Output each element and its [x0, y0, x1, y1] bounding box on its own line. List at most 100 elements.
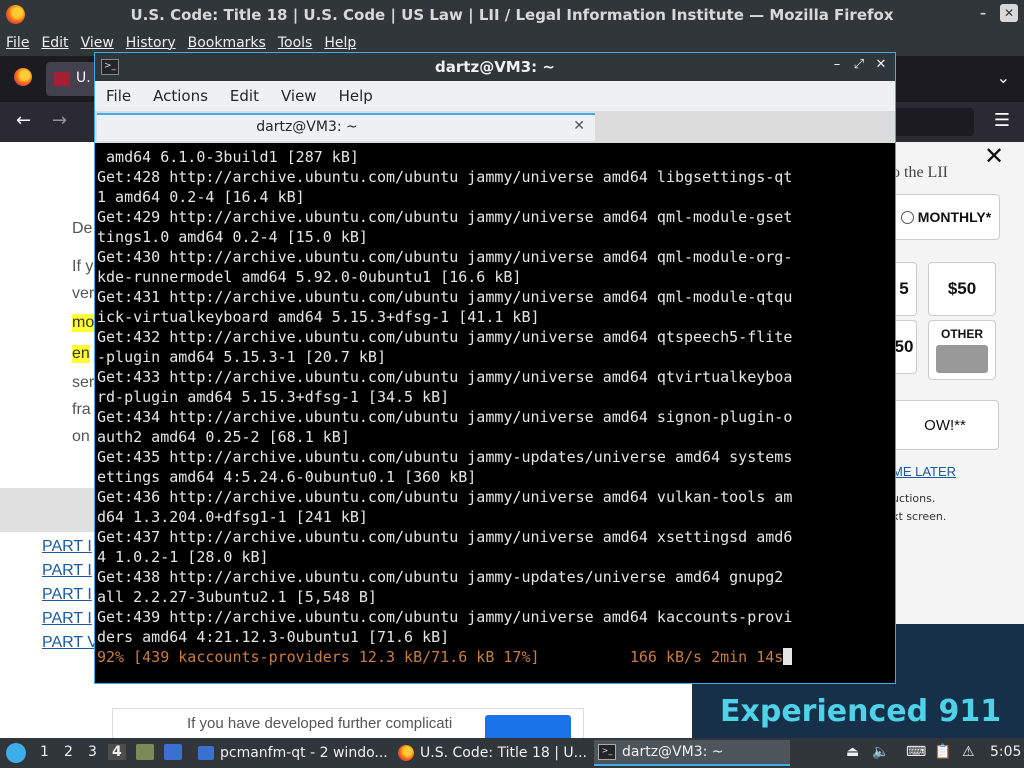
terminal-line: 4 1.0.2-1 [28.0 kB] — [97, 548, 269, 566]
terminal-window-controls: – ⤢ ✕ — [829, 57, 889, 72]
terminal-line: amd64 6.1.0-3build1 [287 kB] — [106, 148, 359, 166]
menu-view[interactable]: View — [270, 87, 328, 105]
workspace-2[interactable]: 2 — [64, 744, 73, 760]
terminal-menubar: File Actions Edit View Help — [95, 81, 895, 111]
close-icon[interactable]: ✕ — [1000, 4, 1018, 22]
monthly-option[interactable]: MONTHLY* — [892, 194, 1000, 240]
donate-note: uctions. — [892, 492, 936, 505]
terminal-tab-label: dartz@VM3: ~ — [256, 119, 358, 135]
terminal-line: Get:431 http://archive.ubuntu.com/ubuntu… — [97, 288, 793, 306]
workspace-3[interactable]: 3 — [88, 744, 97, 760]
remind-later-link[interactable]: ME LATER — [892, 464, 956, 479]
content-fragment: De — [72, 220, 93, 237]
terminal-line: Get:428 http://archive.ubuntu.com/ubuntu… — [97, 168, 793, 186]
terminal-line: 1 amd64 0.2-4 [16.4 kB] — [97, 188, 305, 206]
close-icon[interactable]: ✕ — [984, 142, 1004, 170]
highlighted-fragment: mo — [72, 314, 95, 332]
keyboard-icon[interactable]: ⌨ — [906, 744, 926, 760]
firefox-window-title: U.S. Code: Title 18 | U.S. Code | US Law… — [130, 6, 894, 24]
terminal-line: Get:438 http://archive.ubuntu.com/ubuntu… — [97, 568, 784, 586]
other-amount-input[interactable] — [936, 345, 988, 373]
firefox-view-icon[interactable] — [14, 68, 32, 86]
terminal-output[interactable]: amd64 6.1.0-3build1 [287 kB] Get:428 htt… — [95, 143, 895, 683]
other-amount-option[interactable]: OTHER — [928, 320, 996, 380]
terminal-line: -plugin amd64 5.15.3-1 [20.7 kB] — [97, 348, 386, 366]
folder-icon — [198, 746, 214, 760]
task-label: U.S. Code: Title 18 | U... — [420, 745, 587, 761]
amount-label: 50 — [894, 337, 914, 356]
back-arrow-icon[interactable]: ← — [16, 110, 31, 131]
maximize-icon[interactable]: ⤢ — [851, 57, 867, 72]
menu-file[interactable]: File — [0, 35, 35, 51]
chevron-down-icon[interactable]: ⌄ — [997, 68, 1010, 87]
task-terminal[interactable]: >_ dartz@VM3: ~ — [594, 740, 790, 766]
terminal-line: d64 1.3.204.0+dfsg1-1 [241 kB] — [97, 508, 368, 526]
terminal-line: Get:436 http://archive.ubuntu.com/ubuntu… — [97, 488, 793, 506]
menu-edit[interactable]: Edit — [219, 87, 270, 105]
terminal-line: Get:439 http://archive.ubuntu.com/ubuntu… — [97, 608, 793, 626]
menu-bookmarks[interactable]: Bookmarks — [182, 35, 272, 51]
eject-icon[interactable]: ⏏ — [846, 744, 859, 760]
terminal-cursor — [783, 648, 793, 665]
clock: 5:05 — [990, 744, 1022, 760]
volume-icon[interactable]: 🔈 — [872, 744, 889, 760]
monthly-label: MONTHLY* — [917, 209, 992, 225]
terminal-line: Get:435 http://archive.ubuntu.com/ubuntu… — [97, 448, 793, 466]
menu-help[interactable]: Help — [328, 87, 384, 105]
hamburger-menu-icon[interactable]: ☰ — [994, 110, 1010, 131]
terminal-line: Get:429 http://archive.ubuntu.com/ubuntu… — [97, 208, 793, 226]
file-manager-launcher-icon[interactable] — [136, 744, 154, 760]
clipboard-icon[interactable]: 📋 — [934, 744, 951, 760]
terminal-window: >_ dartz@VM3: ~ – ⤢ ✕ File Actions Edit … — [94, 52, 896, 684]
amount-label: $50 — [947, 279, 977, 298]
promo-box: If you have developed further complicati — [112, 708, 584, 738]
amount-option[interactable]: $50 — [928, 262, 996, 316]
menu-actions[interactable]: Actions — [142, 87, 219, 105]
notification-icon[interactable]: ⚠ — [962, 744, 975, 760]
taskbar: 1 2 3 4 pcmanfm-qt - 2 windo... U.S. Cod… — [0, 738, 1024, 768]
content-fragment: ver — [72, 285, 95, 302]
task-firefox[interactable]: U.S. Code: Title 18 | U... — [394, 740, 594, 766]
menu-history[interactable]: History — [120, 35, 182, 51]
terminal-titlebar[interactable]: >_ dartz@VM3: ~ – ⤢ ✕ — [95, 53, 895, 81]
minimize-icon[interactable]: – — [974, 4, 992, 22]
minimize-icon[interactable]: – — [829, 57, 845, 72]
terminal-line: rd-plugin amd64 5.15.3+dfsg-1 [34.5 kB] — [97, 388, 450, 406]
menu-tools[interactable]: Tools — [272, 35, 319, 51]
terminal-line: Get:437 http://archive.ubuntu.com/ubuntu… — [97, 528, 793, 546]
part-link[interactable]: PART I — [42, 562, 92, 580]
menu-edit[interactable]: Edit — [35, 35, 74, 51]
terminal-tab[interactable]: dartz@VM3: ~ ✕ — [97, 113, 595, 141]
promo-text: If you have developed further complicati — [187, 715, 453, 732]
terminal-line: Get:432 http://archive.ubuntu.com/ubuntu… — [97, 328, 793, 346]
part-link[interactable]: PART V — [42, 634, 99, 652]
terminal-line: all 2.2.27-3ubuntu2.1 [5,548 B] — [97, 588, 377, 606]
task-label: dartz@VM3: ~ — [622, 744, 724, 760]
forward-arrow-icon[interactable]: → — [52, 110, 67, 131]
content-fragment: fra — [72, 401, 91, 418]
workspace-1[interactable]: 1 — [40, 744, 49, 760]
menu-help[interactable]: Help — [318, 35, 362, 51]
terminal-line: auth2 amd64 0.25-2 [68.1 kB] — [97, 428, 350, 446]
amount-label: 5 — [899, 279, 909, 298]
open-button[interactable] — [485, 715, 571, 738]
task-pcmanfm[interactable]: pcmanfm-qt - 2 windo... — [194, 740, 394, 766]
browser-tab-label: U. — [76, 70, 91, 86]
radio-icon — [900, 210, 914, 224]
show-desktop-icon[interactable] — [164, 744, 182, 760]
tab-close-icon[interactable]: ✕ — [573, 118, 585, 134]
part-link[interactable]: PART I — [42, 538, 92, 556]
workspace-4[interactable]: 4 — [108, 744, 126, 760]
firefox-window-controls: – ✕ — [974, 4, 1018, 22]
content-fragment: ser — [72, 374, 95, 391]
part-link[interactable]: PART I — [42, 610, 92, 628]
menu-file[interactable]: File — [95, 87, 142, 105]
content-fragment: on — [72, 428, 90, 445]
start-menu-icon[interactable] — [6, 743, 26, 763]
donate-now-button[interactable]: OW!** — [892, 400, 999, 450]
terminal-line: ick-virtualkeyboard amd64 5.15.3+dfsg-1 … — [97, 308, 540, 326]
part-link[interactable]: PART I — [42, 586, 92, 604]
close-icon[interactable]: ✕ — [873, 57, 889, 72]
menu-view[interactable]: View — [75, 35, 120, 51]
task-label: pcmanfm-qt - 2 windo... — [220, 745, 388, 761]
